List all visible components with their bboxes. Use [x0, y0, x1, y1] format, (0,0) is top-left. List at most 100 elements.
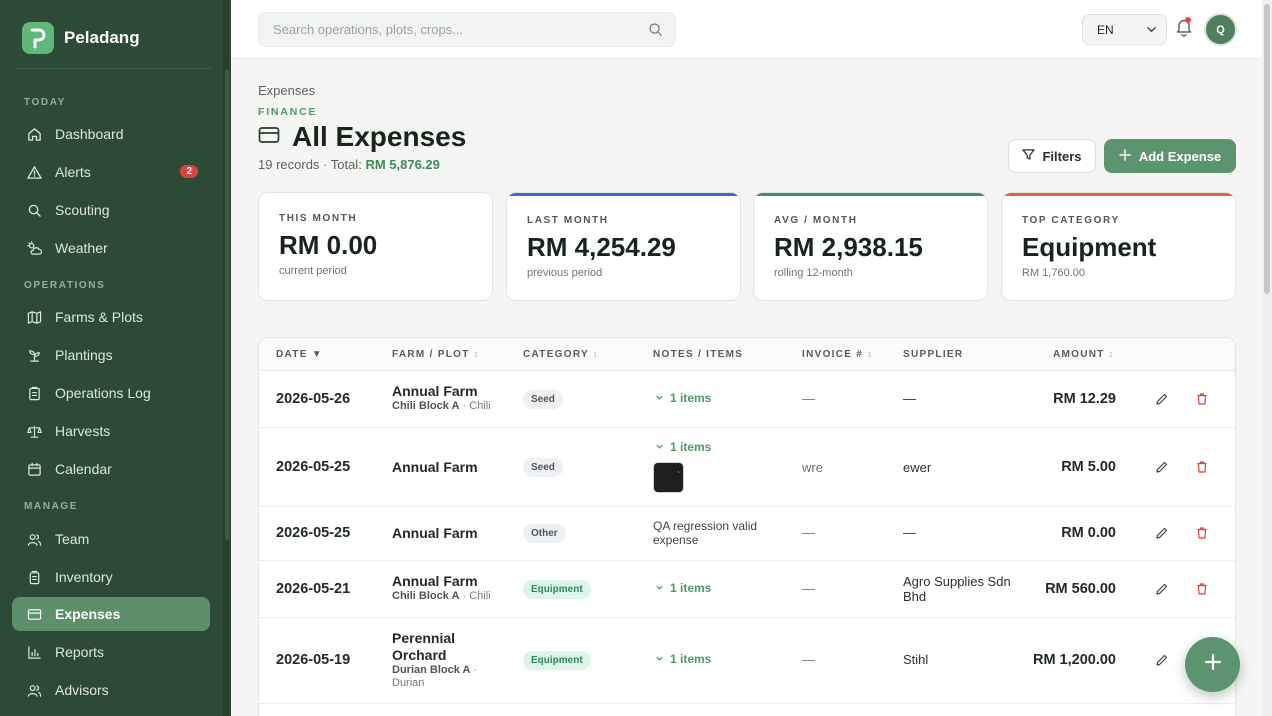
delete-icon[interactable] [1195, 460, 1209, 479]
users-icon [26, 682, 42, 698]
sidebar-item-label: Harvests [55, 423, 111, 439]
table-row[interactable]: 2026-05-25 Annual Farm Seed 1 items wre … [259, 428, 1235, 507]
sidebar-item-farms-plots[interactable]: Farms & Plots [12, 300, 210, 334]
search-box[interactable] [258, 12, 676, 47]
quick-add-fab[interactable] [1185, 637, 1240, 692]
sidebar-item-label: Dashboard [55, 126, 124, 142]
category-badge: Seed [523, 390, 563, 409]
sidebar-item-reports[interactable]: Reports [12, 635, 210, 669]
avatar[interactable]: Q [1204, 13, 1237, 46]
row-invoice: wre [802, 460, 823, 475]
sidebar-item-operations-log[interactable]: Operations Log [12, 376, 210, 410]
edit-icon[interactable] [1155, 582, 1169, 601]
items-toggle[interactable]: 1 items [655, 391, 711, 405]
sidebar-item-label: Operations Log [55, 385, 151, 401]
row-farm-plot: Annual Farm Chili Block A · Chili [392, 383, 502, 413]
items-count: 1 items [670, 391, 712, 405]
sidebar-item-label: Expenses [55, 606, 121, 622]
category-badge: Other [523, 524, 566, 543]
table-row[interactable]: 2026-05-25 Annual Farm Other QA regressi… [259, 507, 1235, 561]
search-icon[interactable] [648, 22, 663, 42]
page-scrollbar-thumb[interactable] [1264, 4, 1270, 294]
crop-name: · Chili [459, 400, 491, 412]
card-accent-bar [507, 193, 740, 196]
column-header-farm-plot[interactable]: FARM / PLOT ↕ [392, 349, 478, 360]
column-header-invoice[interactable]: INVOICE # ↕ [802, 349, 872, 360]
column-header-date[interactable]: DATE ▼ [276, 349, 323, 360]
sidebar-item-label: Alerts [55, 164, 91, 180]
sidebar-item-advisors[interactable]: Advisors [12, 673, 210, 707]
row-amount: RM 12.29 [1053, 391, 1116, 407]
language-select[interactable]: EN [1082, 14, 1167, 45]
column-label: DATE [276, 349, 308, 360]
sidebar-item-harvests[interactable]: Harvests [12, 414, 210, 448]
row-supplier: — [903, 391, 916, 406]
section-label-today: TODAY [24, 97, 66, 108]
sidebar-item-inventory[interactable]: Inventory [12, 560, 210, 594]
sidebar-item-team[interactable]: Team [12, 522, 210, 556]
row-supplier: — [903, 525, 916, 540]
box-icon [26, 569, 42, 585]
row-date: 2026-05-21 [276, 581, 351, 597]
stat-label: LAST MONTH [527, 215, 609, 226]
delete-icon[interactable] [1195, 392, 1209, 411]
edit-icon[interactable] [1155, 392, 1169, 411]
plus-icon [1203, 652, 1223, 677]
edit-icon[interactable] [1155, 460, 1169, 479]
items-toggle[interactable]: 1 items [655, 581, 711, 595]
receipt-thumbnail[interactable] [653, 462, 684, 493]
sidebar-item-dashboard[interactable]: Dashboard [12, 117, 210, 151]
sidebar-item-label: Reports [55, 644, 105, 660]
column-label: AMOUNT [1053, 349, 1105, 360]
sidebar-item-expenses[interactable]: Expenses [12, 597, 210, 631]
sprout-icon [26, 347, 42, 363]
table-row[interactable]: 2026-05-19 Perennial Orchard Durian Bloc… [259, 618, 1235, 704]
table-row[interactable]: 2026-05-21 Annual Farm Chili Block A · C… [259, 561, 1235, 618]
sidebar-item-plantings[interactable]: Plantings [12, 338, 210, 372]
edit-icon[interactable] [1155, 653, 1169, 672]
sort-desc-icon: ▼ [311, 349, 323, 360]
filters-button[interactable]: Filters [1008, 139, 1096, 173]
sidebar-item-weather[interactable]: Weather [12, 231, 210, 265]
records-summary: 19 records · Total: RM 5,876.29 [258, 157, 440, 172]
breadcrumb[interactable]: Expenses [258, 83, 315, 98]
filters-label: Filters [1042, 148, 1082, 164]
column-header-category[interactable]: CATEGORY ↕ [523, 349, 597, 360]
sidebar-item-label: Farms & Plots [55, 309, 143, 325]
items-toggle[interactable]: 1 items [655, 652, 711, 666]
sort-icon: ↕ [1108, 349, 1114, 359]
category-badge: Equipment [523, 651, 591, 670]
search-input[interactable] [273, 13, 633, 46]
home-icon [26, 126, 42, 142]
items-toggle[interactable]: 1 items [655, 440, 711, 454]
column-label: CATEGORY [523, 349, 589, 360]
brand[interactable]: Peladang [22, 22, 140, 54]
alerts-count-badge: 2 [180, 165, 198, 178]
table-row[interactable]: 2026-05-26 Annual Farm Chili Block A · C… [259, 371, 1235, 428]
expenses-table: DATE ▼ FARM / PLOT ↕ CATEGORY ↕ NOTES / … [258, 337, 1236, 716]
total-amount: RM 5,876.29 [365, 157, 440, 172]
add-expense-button[interactable]: Add Expense [1104, 139, 1236, 173]
row-date: 2026-05-25 [276, 459, 351, 475]
sidebar-item-label: Scouting [55, 202, 110, 218]
row-farm-plot: Annual Farm Chili Block A · Chili [392, 573, 502, 603]
plot-name: Durian Block A [392, 664, 471, 676]
delete-icon[interactable] [1195, 582, 1209, 601]
category-badge: Equipment [523, 580, 591, 599]
column-header-amount[interactable]: AMOUNT ↕ [1053, 349, 1113, 360]
row-notes: QA regression valid expense [653, 519, 758, 547]
sidebar-scrollbar-thumb[interactable] [225, 70, 229, 540]
sidebar-item-scouting[interactable]: Scouting [12, 193, 210, 227]
edit-icon[interactable] [1155, 526, 1169, 545]
stat-subtext: current period [279, 265, 347, 277]
delete-icon[interactable] [1195, 526, 1209, 545]
stat-label: AVG / MONTH [774, 215, 858, 226]
stat-label: THIS MONTH [279, 213, 358, 224]
items-count: 1 items [670, 652, 712, 666]
sidebar-item-alerts[interactable]: Alerts 2 [12, 155, 210, 189]
stat-subtext: rolling 12-month [774, 267, 853, 279]
sidebar-item-calendar[interactable]: Calendar [12, 452, 210, 486]
plot-name: Chili Block A [392, 590, 460, 602]
sidebar-item-label: Calendar [55, 461, 112, 477]
app-name: Peladang [64, 28, 140, 47]
